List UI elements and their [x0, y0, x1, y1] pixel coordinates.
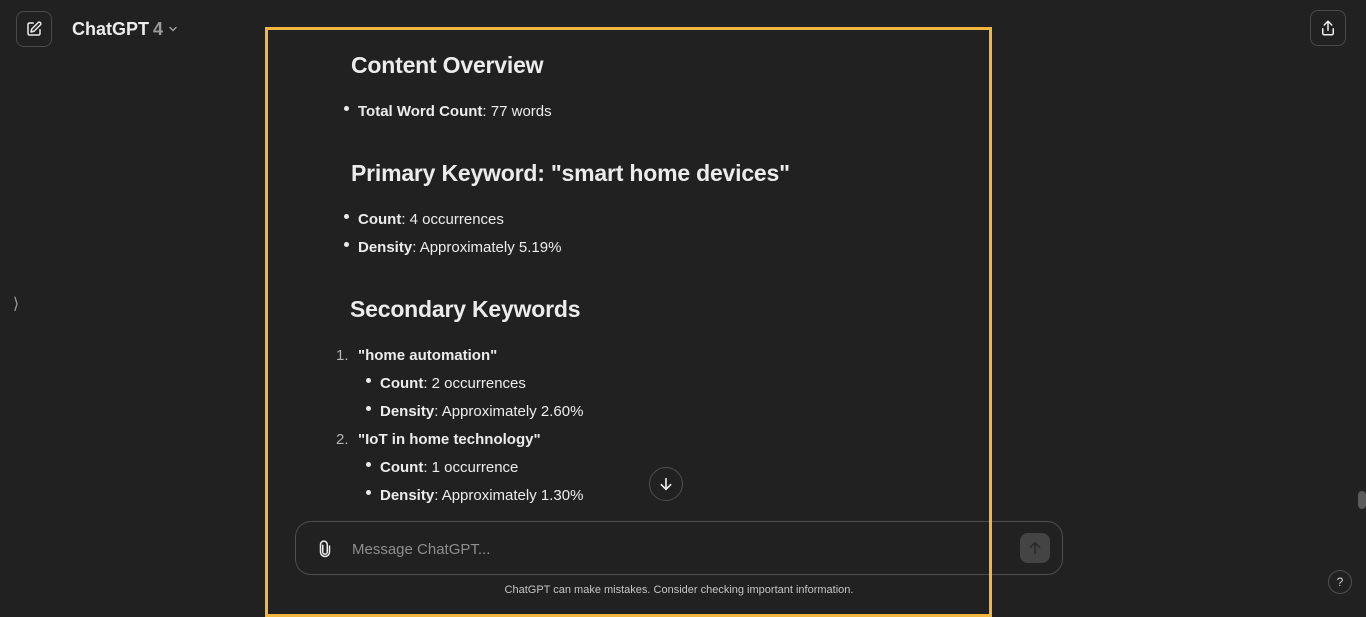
attach-file-button[interactable] — [314, 537, 336, 561]
arrow-down-icon — [660, 477, 672, 491]
item-label: Total Word Count — [358, 103, 483, 120]
keyword-title: "home automation" — [358, 347, 498, 364]
new-chat-button[interactable] — [16, 11, 52, 47]
bullet-icon — [366, 462, 371, 467]
list-item: Density: Approximately 2.60% — [366, 403, 583, 420]
model-switcher[interactable]: ChatGPT 4 — [72, 16, 179, 42]
item-value: : Approximately 2.60% — [434, 403, 584, 420]
model-version: 4 — [153, 18, 164, 39]
paperclip-icon — [319, 540, 331, 558]
ordered-list-item: 1. "home automation" — [336, 347, 497, 364]
item-value: : 77 words — [482, 103, 552, 120]
item-value: : 2 occurrences — [423, 375, 526, 392]
list-item: Count: 1 occurrence — [366, 459, 518, 476]
item-label: Count — [380, 459, 424, 476]
message-input[interactable] — [350, 534, 990, 564]
pencil-square-icon — [27, 21, 42, 36]
item-value: : 4 occurrences — [401, 211, 504, 228]
bullet-icon — [344, 214, 349, 219]
bullet-icon — [344, 242, 349, 247]
bullet-icon — [366, 406, 371, 411]
share-button[interactable] — [1310, 10, 1346, 46]
list-item: Density: Approximately 5.19% — [344, 239, 561, 256]
list-item: Density: Approximately 1.30% — [366, 487, 583, 504]
scrollbar-thumb[interactable] — [1358, 491, 1366, 509]
disclaimer-text: ChatGPT can make mistakes. Consider chec… — [504, 584, 854, 596]
ordered-list-item: 2. "IoT in home technology" — [336, 431, 541, 448]
item-label: Count — [358, 211, 402, 228]
question-mark-icon: ? — [1336, 575, 1344, 589]
bullet-icon — [366, 378, 371, 383]
bullet-icon — [366, 490, 371, 495]
list-number: 1. — [336, 347, 349, 364]
item-value: : Approximately 1.30% — [434, 487, 584, 504]
list-item: Count: 4 occurrences — [344, 211, 504, 228]
share-upload-icon — [1322, 20, 1334, 36]
sidebar-toggle[interactable]: ⟩ — [10, 292, 22, 316]
bullet-icon — [344, 106, 349, 111]
item-label: Count — [380, 375, 424, 392]
keyword-title: "IoT in home technology" — [358, 431, 541, 448]
item-value: : 1 occurrence — [423, 459, 519, 476]
send-button[interactable] — [1020, 533, 1050, 563]
chevron-right-icon: ⟩ — [12, 296, 20, 313]
help-button[interactable]: ? — [1328, 570, 1352, 594]
message-composer — [295, 521, 1063, 575]
item-value: : Approximately 5.19% — [412, 239, 562, 256]
chevron-down-icon — [169, 26, 177, 32]
model-name: ChatGPT — [72, 18, 150, 39]
item-label: Density — [380, 487, 435, 504]
scroll-to-bottom-button[interactable] — [649, 467, 683, 501]
section-heading-content-overview: Content Overview — [351, 52, 544, 78]
item-label: Density — [380, 403, 435, 420]
list-item: Count: 2 occurrences — [366, 375, 526, 392]
section-heading-secondary-keywords: Secondary Keywords — [350, 296, 581, 322]
arrow-up-icon — [1029, 541, 1041, 555]
list-number: 2. — [336, 431, 349, 448]
list-item: Total Word Count: 77 words — [344, 103, 552, 120]
section-heading-primary-keyword: Primary Keyword: "smart home devices" — [351, 160, 790, 186]
item-label: Density — [358, 239, 413, 256]
